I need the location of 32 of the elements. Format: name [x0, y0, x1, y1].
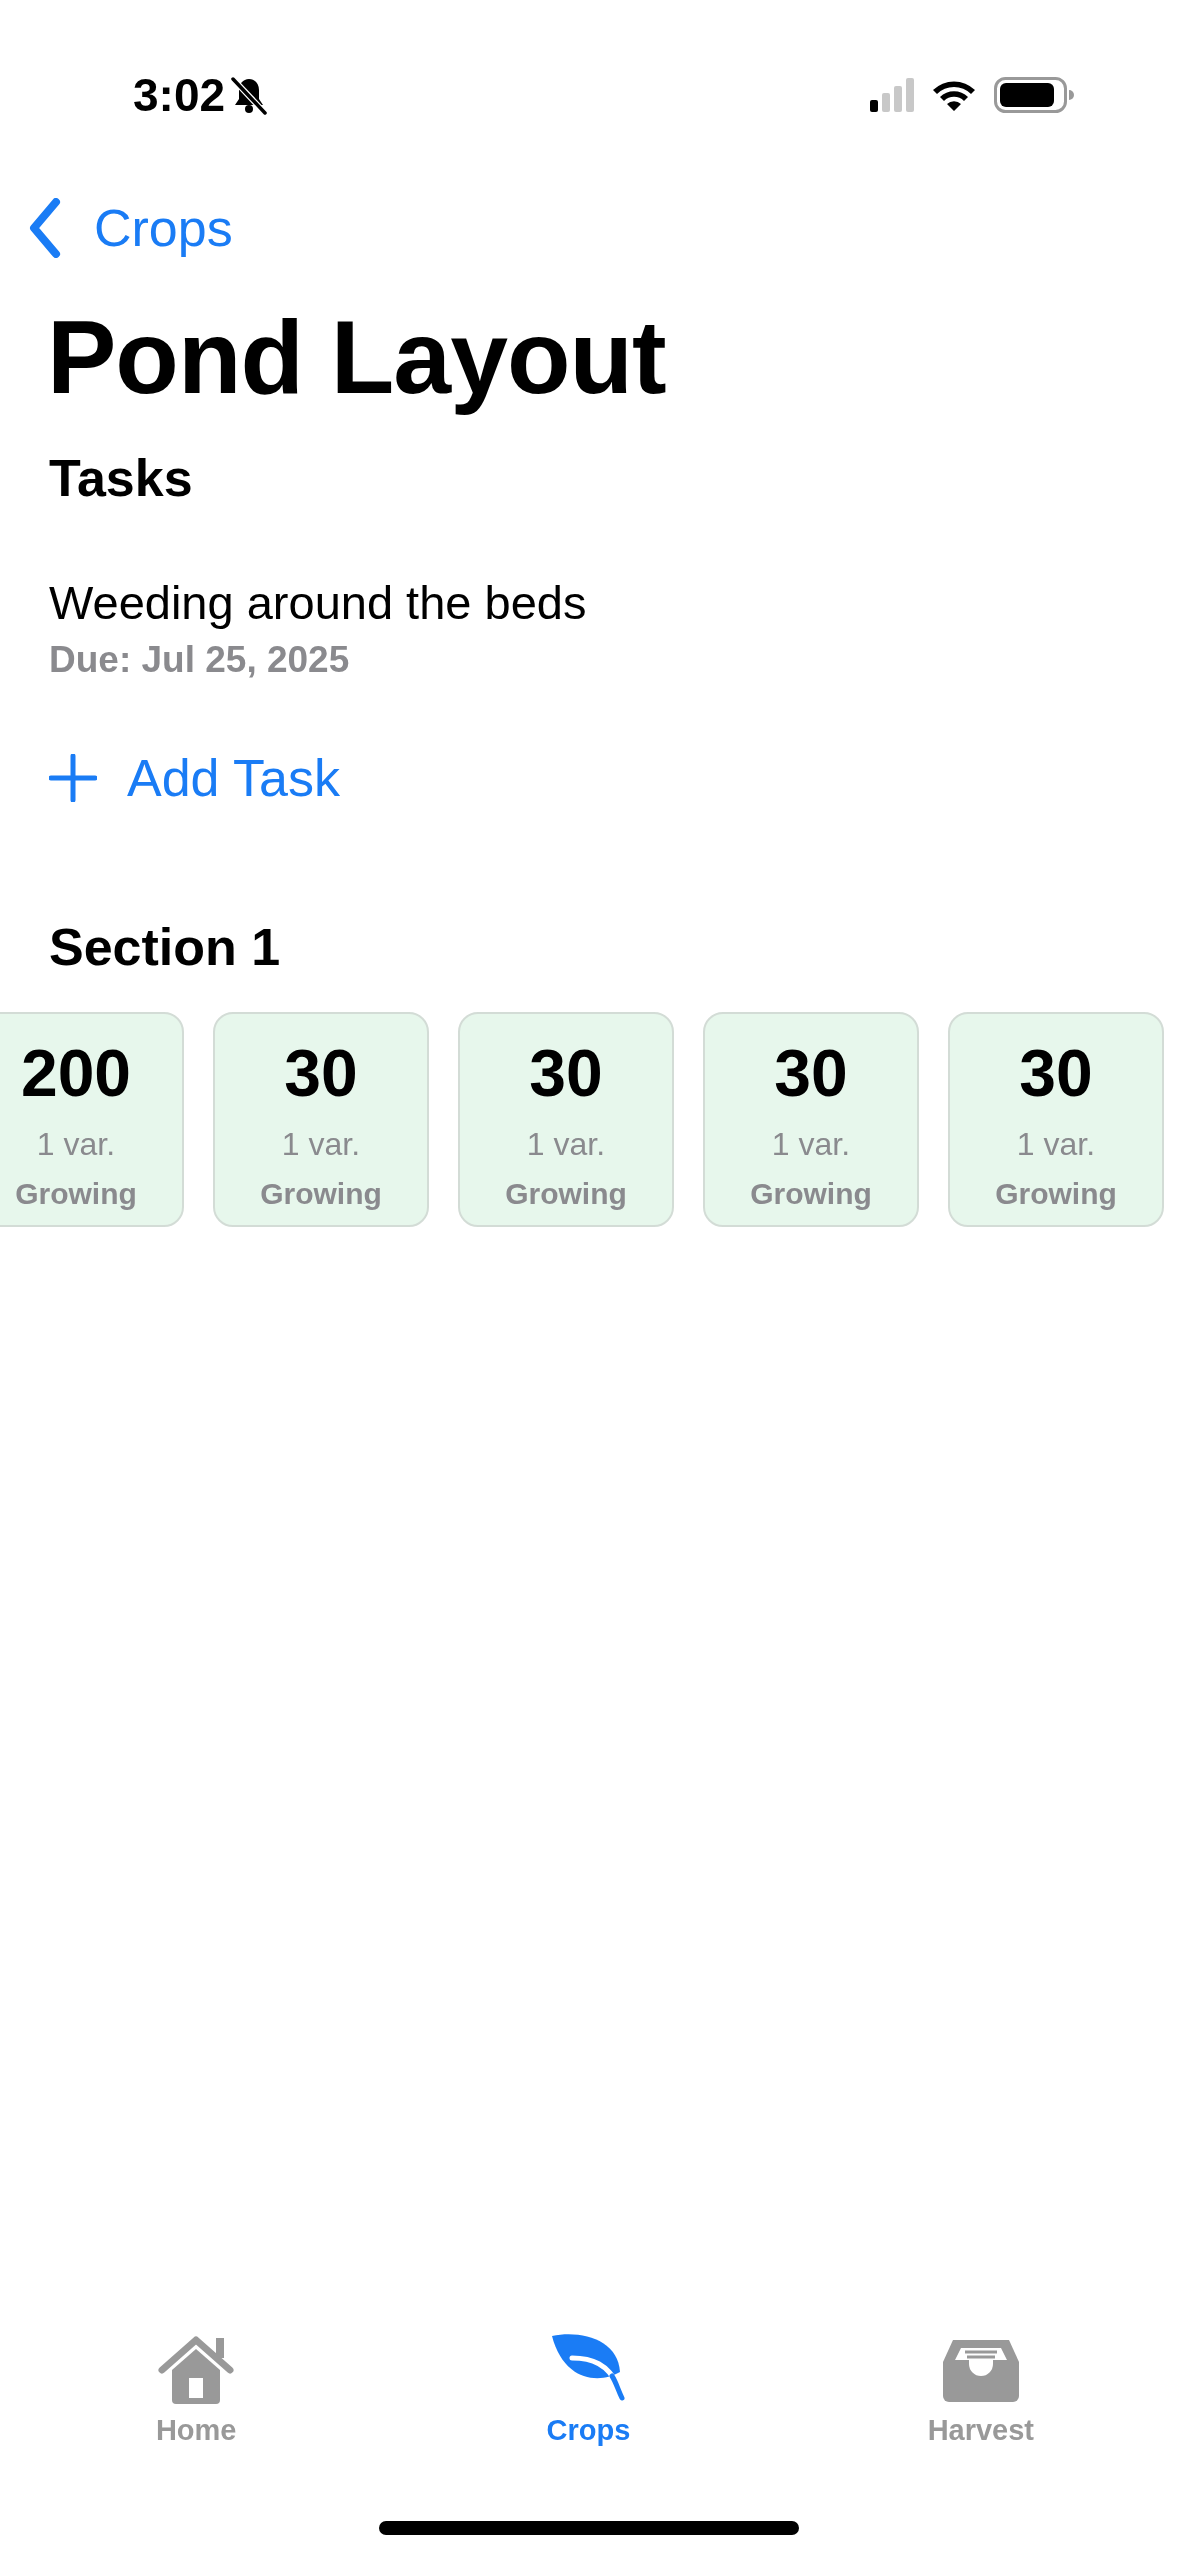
battery-icon [994, 77, 1074, 113]
crop-status: Growing [505, 1176, 627, 1211]
task-due-date: Due: Jul 25, 2025 [49, 638, 351, 681]
crop-count: 200 [20, 1039, 132, 1106]
plus-icon [49, 753, 97, 802]
variety-count: 1 var. [36, 1125, 116, 1163]
crop-status: Growing [750, 1176, 872, 1211]
crop-card[interactable]: 30 1 var. Growing [213, 1011, 429, 1227]
back-button[interactable]: Crops [26, 198, 233, 258]
crop-status: Growing [15, 1176, 137, 1211]
section-heading: Section 1 [49, 916, 282, 978]
clock-time: 3:02 [133, 68, 226, 122]
page-title: Pond Layout [47, 300, 667, 415]
crop-card[interactable]: 30 1 var. Growing [703, 1011, 919, 1227]
crop-count: 30 [284, 1039, 358, 1106]
signal-icon [870, 78, 914, 112]
crop-count: 30 [774, 1039, 848, 1106]
tab[interactable]: Crops [546, 2332, 631, 2447]
add-task-button[interactable]: Add Task [49, 747, 340, 808]
crop-status: Growing [260, 1176, 382, 1211]
crop-card[interactable]: 200 1 var. Growing [0, 1011, 184, 1227]
variety-count: 1 var. [771, 1125, 851, 1163]
variety-count: 1 var. [281, 1125, 361, 1163]
variety-count: 1 var. [526, 1125, 606, 1163]
crop-card[interactable]: 30 1 var. Growing [458, 1011, 674, 1227]
crop-count: 30 [529, 1039, 603, 1106]
crop-card[interactable]: 30 1 var. Growing [948, 1011, 1164, 1227]
section-heading: Tasks [49, 448, 194, 510]
crop-status: Growing [995, 1176, 1117, 1211]
task-title[interactable]: Weeding around the beds [49, 573, 1177, 633]
variety-count: 1 var. [1016, 1125, 1096, 1163]
crop-count: 30 [1019, 1039, 1093, 1106]
